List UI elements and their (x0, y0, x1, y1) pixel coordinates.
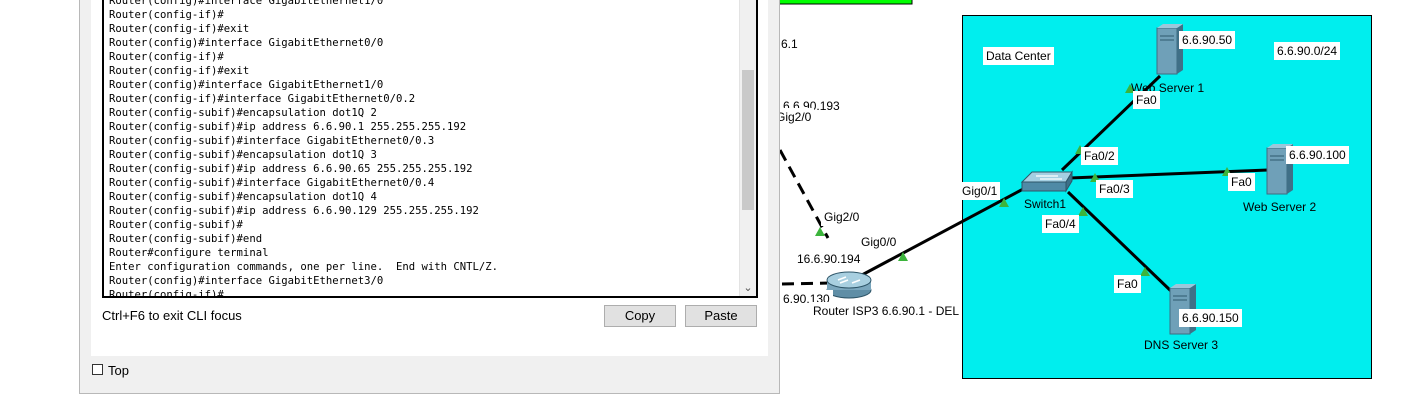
router-gig0-port-label: Gig0/0 (858, 233, 900, 251)
cli-line: Router(config-subif)#ip address 6.6.90.1… (109, 205, 479, 217)
data-center-title: Data Center (983, 47, 1054, 65)
copy-button[interactable]: Copy (604, 305, 676, 327)
dns-server-3-ip-label: 6.6.90.150 (1179, 309, 1242, 327)
switch-fa02-label: Fa0/2 (1081, 147, 1118, 165)
cli-window: Router(config)#interface GigabitEthernet… (79, 0, 780, 394)
top-checkbox[interactable] (92, 364, 103, 375)
cli-line: Router(config-if)#exit (109, 65, 250, 77)
switch1-icon[interactable] (1020, 170, 1073, 193)
switch-gig01-label: Gig0/1 (959, 182, 1001, 200)
web-server-2-ip-label: 6.6.90.100 (1286, 146, 1349, 164)
cli-line: Router(config-subif)#encapsulation dot1Q… (109, 149, 377, 161)
top-checkbox-label[interactable]: Top (108, 363, 129, 378)
cli-line: Router(config-subif)# (109, 219, 243, 231)
cli-scroll-thumb[interactable] (742, 70, 754, 210)
web-server-1-port-label: Fa0 (1133, 91, 1160, 109)
cli-output[interactable]: Router(config)#interface GigabitEthernet… (109, 0, 739, 298)
cli-line: Router(config-subif)#encapsulation dot1Q… (109, 191, 377, 203)
web-server-2-name-label[interactable]: Web Server 2 (1240, 198, 1319, 216)
cli-line: Router(config-if)# (109, 289, 224, 298)
router-isp3-label[interactable]: Router ISP3 6.6.90.1 - DEL (810, 302, 963, 320)
switch-fa04-label: Fa0/4 (1042, 215, 1079, 233)
cli-line: Router(config-subif)#interface GigabitEt… (109, 135, 435, 147)
dns-server-3-port-label: Fa0 (1114, 275, 1141, 293)
cli-line: Enter configuration commands, one per li… (109, 261, 499, 273)
switch1-name-label[interactable]: Switch1 (1021, 195, 1069, 213)
router-isp3-icon[interactable] (826, 271, 872, 299)
cli-line: Router(config-subif)#interface GigabitEt… (109, 177, 435, 189)
cli-scrollbar[interactable]: ⌄ (739, 0, 756, 296)
cli-line: Router(config-if)#interface GigabitEther… (109, 93, 416, 105)
cli-terminal[interactable]: Router(config)#interface GigabitEthernet… (102, 0, 758, 298)
link-router-left-dashed[interactable] (781, 281, 831, 286)
chevron-down-icon[interactable]: ⌄ (740, 280, 756, 296)
cli-line: Router#configure terminal (109, 247, 269, 259)
cli-line: Router(config-if)#exit (109, 23, 250, 35)
web-server-1-ip-label: 6.6.90.50 (1179, 31, 1236, 49)
top-green-bar (769, 0, 913, 5)
cli-line: Router(config)#interface GigabitEthernet… (109, 79, 384, 91)
switch-fa03-label: Fa0/3 (1096, 180, 1133, 198)
cli-line: Router(config-subif)#encapsulation dot1Q… (109, 107, 377, 119)
cli-line: Router(config-subif)#ip address 6.6.90.1… (109, 121, 467, 133)
cli-line: Router(config)#interface GigabitEthernet… (109, 275, 384, 287)
router-gig2-ip-label: 16.6.90.194 (794, 250, 864, 268)
dns-server-3-name-label[interactable]: DNS Server 3 (1141, 336, 1221, 354)
paste-button[interactable]: Paste (685, 305, 757, 327)
data-center-network-label: 6.6.90.0/24 (1274, 42, 1341, 60)
cli-line: Router(config-if)# (109, 9, 224, 21)
cli-line: Router(config)#interface GigabitEthernet… (109, 0, 384, 7)
cli-line: Router(config-if)# (109, 51, 224, 63)
web-server-2-port-label: Fa0 (1228, 173, 1255, 191)
cli-line: Router(config)#interface GigabitEthernet… (109, 37, 384, 49)
cli-panel: Router(config)#interface GigabitEthernet… (91, 0, 768, 356)
cli-focus-hint: Ctrl+F6 to exit CLI focus (102, 308, 242, 323)
cli-line: Router(config-subif)#ip address 6.6.90.6… (109, 163, 473, 175)
cli-line: Router(config-subif)#end (109, 233, 263, 245)
port-indicator-gig2-router (815, 227, 825, 236)
router-gig2-port-label: Gig2/0 (821, 208, 863, 226)
ip-label-partial-top: 6.1 (778, 35, 801, 53)
